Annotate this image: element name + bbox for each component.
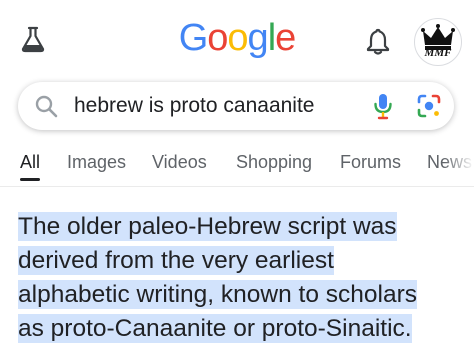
snippet-line: as proto-Canaanite or proto-Sinaitic. [18,314,412,343]
top-bar: Google MMF [0,0,474,80]
snippet-line: The older paleo-Hebrew script was [18,212,397,241]
logo-letter: e [275,17,296,59]
mic-icon[interactable] [372,92,394,120]
featured-snippet: The older paleo-Hebrew script was derive… [18,210,468,346]
bell-icon[interactable] [364,26,392,56]
snippet-line: alphabetic writing, known to scholars [18,280,418,309]
logo-letter: o [227,17,248,59]
avatar-text: MMF [424,47,452,59]
logo-letter: G [178,17,209,59]
active-tab-indicator [20,178,40,181]
avatar[interactable]: MMF [414,18,462,66]
tab-forums[interactable]: Forums [340,152,401,173]
lens-icon[interactable] [416,93,442,119]
tab-videos[interactable]: Videos [152,152,207,173]
search-box[interactable] [18,82,454,130]
snippet-line: derived from the very earliest [18,246,334,275]
search-input[interactable] [74,90,344,122]
tab-all[interactable]: All [20,152,40,173]
tabs-fade [444,148,474,180]
tabs-divider [0,186,474,187]
search-icon [35,95,58,118]
search-tabs: All Images Videos Shopping Forums News [0,148,474,184]
tab-shopping[interactable]: Shopping [236,152,312,173]
logo-letter: l [267,17,277,59]
logo-letter: g [247,17,269,59]
google-logo[interactable]: Google [0,14,474,62]
tab-images[interactable]: Images [67,152,126,173]
logo-letter: o [207,17,228,59]
